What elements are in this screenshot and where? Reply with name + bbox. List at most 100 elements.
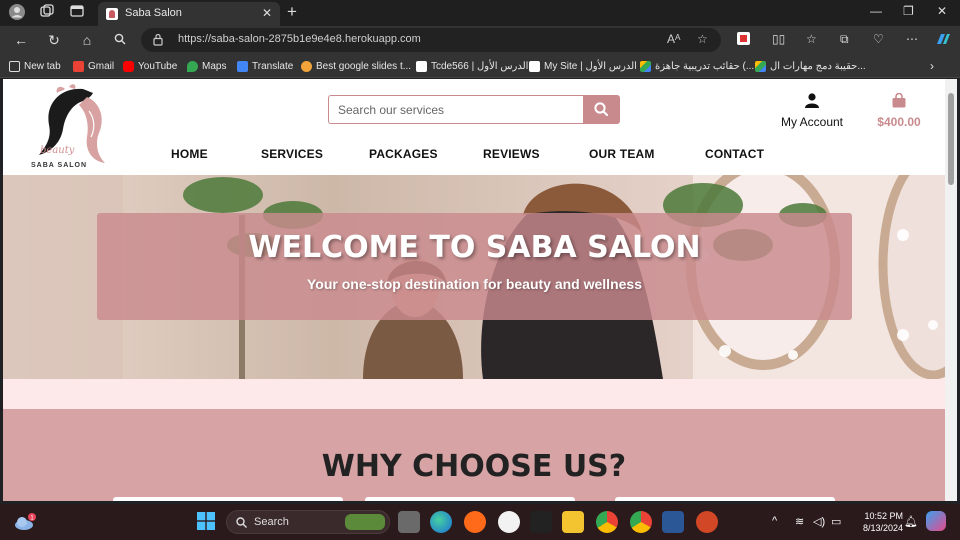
- split-screen-icon[interactable]: ▯▯: [772, 32, 785, 46]
- favorite-star-icon[interactable]: ☆: [697, 32, 708, 46]
- bookmark-gmail[interactable]: Gmail: [73, 59, 114, 73]
- search-input[interactable]: [328, 95, 584, 124]
- nav-home[interactable]: HOME: [171, 147, 208, 161]
- bookmark-tcde566[interactable]: Tcde566 | الدرس الأول: [416, 59, 528, 73]
- back-icon[interactable]: ←: [12, 31, 30, 49]
- bookmark-label: Best google slides t...: [316, 60, 412, 72]
- favorites-icon[interactable]: ☆: [806, 32, 817, 46]
- hero-subtitle: Your one-stop destination for beauty and…: [306, 276, 642, 292]
- bookmark-label: New tab: [24, 60, 61, 72]
- app-key-icon[interactable]: [498, 511, 520, 533]
- nav-reviews[interactable]: REVIEWS: [483, 147, 540, 161]
- app-dark-icon[interactable]: [530, 511, 552, 533]
- windows-start-icon[interactable]: [197, 512, 217, 532]
- page-viewport: beauty SABA SALON My Account $4: [3, 79, 945, 501]
- bookmark-my-site[interactable]: My Site | الدرس الأول: [529, 59, 637, 73]
- battery-icon[interactable]: ▭: [831, 515, 841, 528]
- task-view-icon[interactable]: [398, 511, 420, 533]
- extension-icon[interactable]: [737, 32, 750, 48]
- bookmark-translate[interactable]: Translate: [237, 59, 293, 73]
- collections-icon[interactable]: ⧉: [840, 32, 849, 47]
- user-icon: [805, 93, 819, 108]
- youtube-icon: [123, 60, 134, 72]
- bookmark-skills-bag[interactable]: حقيبة دمج مهارات ال...: [755, 59, 866, 73]
- refresh-icon[interactable]: ↻: [45, 31, 63, 49]
- wix-icon: [416, 60, 427, 72]
- bookmark-label: YouTube: [138, 60, 178, 72]
- edge-browser-icon[interactable]: [430, 511, 452, 533]
- profile-avatar-icon[interactable]: [8, 4, 26, 22]
- new-tab-icon[interactable]: +: [287, 3, 297, 21]
- hero-section: WELCOME TO SABA SALON Your one-stop dest…: [3, 175, 945, 379]
- volume-icon[interactable]: ◁): [813, 515, 825, 528]
- taskbar-search-label: Search: [254, 516, 289, 528]
- read-aloud-icon[interactable]: Aᴬ: [667, 32, 680, 46]
- copilot-icon[interactable]: [935, 32, 951, 49]
- page-scrollbar[interactable]: [945, 79, 957, 501]
- notifications-bell-icon[interactable]: 🔔︎: [904, 515, 918, 528]
- shopping-bag-icon: [892, 92, 906, 108]
- address-bar[interactable]: https://saba-salon-2875b1e9e4e8.herokuap…: [141, 28, 721, 52]
- gmail-icon: [73, 60, 84, 72]
- bookmark-label: حقيبة دمج مهارات ال...: [770, 60, 866, 72]
- my-account-link[interactable]: My Account: [777, 93, 847, 129]
- search-button[interactable]: [583, 95, 620, 124]
- restore-icon[interactable]: ❐: [903, 4, 914, 18]
- search-web-icon[interactable]: [111, 31, 129, 49]
- nav-services[interactable]: SERVICES: [261, 147, 323, 161]
- slides-site-icon: [301, 60, 312, 72]
- powerpoint-icon[interactable]: [696, 511, 718, 533]
- workspaces-icon[interactable]: [38, 4, 56, 22]
- chrome-icon[interactable]: [630, 511, 652, 533]
- scrollbar-thumb[interactable]: [948, 93, 954, 185]
- more-menu-icon[interactable]: ⋯: [906, 32, 918, 46]
- minimize-icon[interactable]: —: [870, 4, 882, 18]
- site-header: beauty SABA SALON My Account $4: [3, 79, 945, 175]
- shopping-bag-link[interactable]: $400.00: [874, 92, 924, 129]
- maps-icon: [187, 60, 198, 72]
- vertical-tabs-icon[interactable]: [68, 4, 86, 22]
- bookmark-label: Tcde566 | الدرس الأول: [431, 60, 529, 72]
- browser-toolbar: ← ↻ ⌂ https://saba-salon-2875b1e9e4e8.he…: [0, 26, 960, 54]
- close-tab-icon[interactable]: ✕: [262, 6, 272, 20]
- bookmark-new-tab[interactable]: New tab: [9, 59, 61, 73]
- bookmark-google-slides[interactable]: Best google slides t...: [301, 59, 411, 73]
- search-highlight-icon: [345, 514, 385, 530]
- browser-essentials-icon[interactable]: ♡: [873, 32, 884, 46]
- lock-icon[interactable]: [153, 33, 163, 47]
- bookmark-training-bags[interactable]: حقائب تدريبية جاهزة (...: [640, 59, 754, 73]
- cart-total: $400.00: [877, 115, 921, 129]
- browser-tab-strip: Saba Salon ✕ + — ❐ ✕: [0, 0, 960, 26]
- word-icon[interactable]: [662, 511, 684, 533]
- bookmark-label: Translate: [252, 60, 294, 72]
- show-hidden-icons-chevron[interactable]: ^: [772, 515, 777, 527]
- windows-taskbar: 1 Search ^ ≋ ◁) ▭ 10:52 PM 8/13/2024 🔔︎: [0, 504, 960, 540]
- main-nav: HOME SERVICES PACKAGES REVIEWS OUR TEAM …: [3, 147, 945, 167]
- bookmark-youtube[interactable]: YouTube: [123, 59, 177, 73]
- url-text: https://saba-salon-2875b1e9e4e8.herokuap…: [178, 33, 421, 45]
- taskbar-search[interactable]: Search: [226, 510, 390, 534]
- bookmark-maps[interactable]: Maps: [187, 59, 226, 73]
- hero-title: WELCOME TO SABA SALON: [248, 230, 701, 265]
- copilot-taskbar-icon[interactable]: [926, 511, 946, 531]
- search-icon: [236, 517, 247, 528]
- account-label: My Account: [780, 115, 844, 129]
- salon-favicon-icon: [106, 8, 118, 20]
- tab-saba-salon[interactable]: Saba Salon ✕: [98, 2, 280, 26]
- file-explorer-icon[interactable]: [562, 511, 584, 533]
- more-bookmarks-chevron-icon[interactable]: ›: [930, 59, 934, 73]
- magnifier-icon: [594, 102, 609, 117]
- translate-icon: [237, 60, 248, 72]
- soundcloud-icon[interactable]: [464, 511, 486, 533]
- wix-icon: [529, 60, 540, 72]
- google-drive-icon: [640, 60, 651, 72]
- close-window-icon[interactable]: ✕: [937, 4, 947, 18]
- weather-icon[interactable]: 1: [14, 513, 36, 531]
- nav-packages[interactable]: PACKAGES: [369, 147, 438, 161]
- nav-contact[interactable]: CONTACT: [705, 147, 764, 161]
- chrome-profile-icon[interactable]: [596, 511, 618, 533]
- home-icon[interactable]: ⌂: [78, 31, 96, 49]
- taskbar-clock[interactable]: 10:52 PM 8/13/2024: [851, 510, 903, 534]
- wifi-icon[interactable]: ≋: [795, 515, 804, 528]
- nav-our-team[interactable]: OUR TEAM: [589, 147, 655, 161]
